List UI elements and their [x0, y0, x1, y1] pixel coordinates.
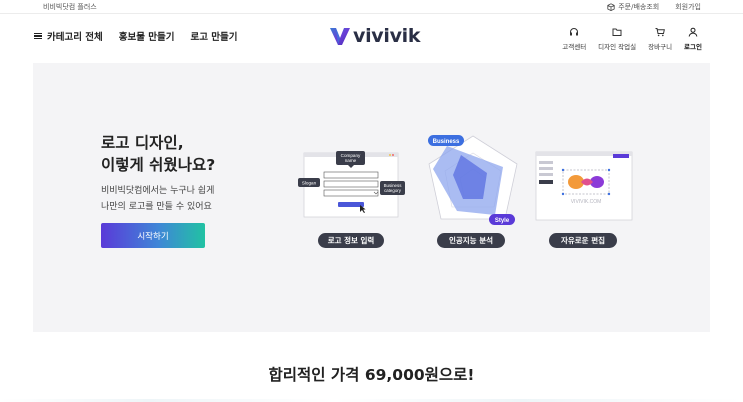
radar-business-tag: Business	[433, 139, 460, 145]
pricing-title: 합리적인 가격 69,000원으로!	[268, 366, 475, 384]
step-logo-info-card: Company name Slogan Business category 로고…	[298, 148, 413, 251]
top-utility-bar: 비비빅닷컴 플러스 주문/배송조회 회원가입	[0, 0, 743, 14]
user-icon	[688, 27, 698, 37]
box-icon	[607, 3, 615, 11]
hero-title: 로고 디자인, 이렇게 쉬웠나요?	[101, 132, 215, 176]
cart-label: 장바구니	[648, 43, 673, 51]
radar-style-tag: Style	[495, 218, 510, 224]
design-room-label: 디자인 작업실	[598, 43, 637, 51]
hero-title-line2: 이렇게 쉬웠나요?	[101, 156, 216, 174]
brand-wordmark: vivivik	[353, 25, 421, 47]
promo-make-link[interactable]: 홍보물 만들기	[119, 29, 175, 43]
login-label: 로그인	[684, 43, 702, 51]
design-room-button[interactable]: 디자인 작업실	[598, 27, 636, 51]
category-all-label: 카테고리 전체	[47, 32, 103, 43]
slogan-tag: Slogan	[302, 181, 317, 186]
category-all-button[interactable]: 카테고리 전체	[34, 29, 103, 43]
editor-watermark: VIVIVIK.COM	[571, 199, 602, 205]
hero-title-line1: 로고 디자인,	[101, 134, 184, 152]
support-button[interactable]: 고객센터	[562, 27, 586, 51]
editor-illustration: VIVIVIK.COM	[535, 151, 633, 221]
folder-icon	[612, 28, 622, 36]
radar-chart-illustration: Business Style	[428, 135, 518, 225]
utility-menu: 고객센터 디자인 작업실 장바구니 로그인	[562, 27, 702, 51]
step-logo-info-label: 로고 정보 입력	[318, 233, 384, 248]
hero-subtitle: 비비빅닷컴에서는 누구나 쉽게 나만의 로고를 만들 수 있어요	[101, 184, 214, 215]
cart-icon	[655, 28, 665, 37]
vivivik-plus-link[interactable]: 비비빅닷컴 플러스	[43, 2, 97, 12]
logo-make-link[interactable]: 로고 만들기	[191, 29, 238, 43]
cart-button[interactable]: 장바구니	[648, 27, 672, 51]
top-utility-links: 주문/배송조회 회원가입	[607, 2, 701, 12]
hamburger-icon	[34, 32, 42, 40]
business-category-tag-line2: category	[384, 188, 402, 193]
hero-banner: 로고 디자인, 이렇게 쉬웠나요? 비비빅닷컴에서는 누구나 쉽게 나만의 로고…	[33, 63, 710, 332]
hero-subtitle-line1: 비비빅닷컴에서는 누구나 쉽게	[101, 186, 215, 196]
support-label: 고객센터	[562, 43, 587, 51]
main-navigation: 카테고리 전체 홍보물 만들기 로고 만들기 vivivik 고객센터 디자인 …	[0, 15, 743, 62]
step-ai-analysis-label: 인공지능 분석	[437, 233, 505, 248]
vivivik-logo-mark-icon	[330, 28, 350, 45]
order-tracking-label: 주문/배송조회	[618, 3, 660, 11]
step-free-edit-card: VIVIVIK.COM 자유로운 편집	[533, 148, 638, 251]
step-ai-analysis-card: Business Style 인공지능 분석	[423, 131, 523, 251]
logo-info-form-illustration: Company name Slogan Business category	[298, 151, 405, 218]
login-button[interactable]: 로그인	[684, 27, 702, 51]
start-button[interactable]: 시작하기	[101, 223, 205, 248]
company-name-tag-line2: name	[345, 158, 357, 163]
order-tracking-link[interactable]: 주문/배송조회	[607, 2, 659, 12]
main-menu: 카테고리 전체 홍보물 만들기 로고 만들기	[34, 29, 238, 43]
signup-link[interactable]: 회원가입	[675, 2, 701, 12]
hero-subtitle-line2: 나만의 로고를 만들 수 있어요	[101, 201, 212, 212]
step-free-edit-label: 자유로운 편집	[549, 233, 617, 248]
brand-logo[interactable]: vivivik	[329, 25, 421, 47]
headset-icon	[570, 28, 579, 36]
